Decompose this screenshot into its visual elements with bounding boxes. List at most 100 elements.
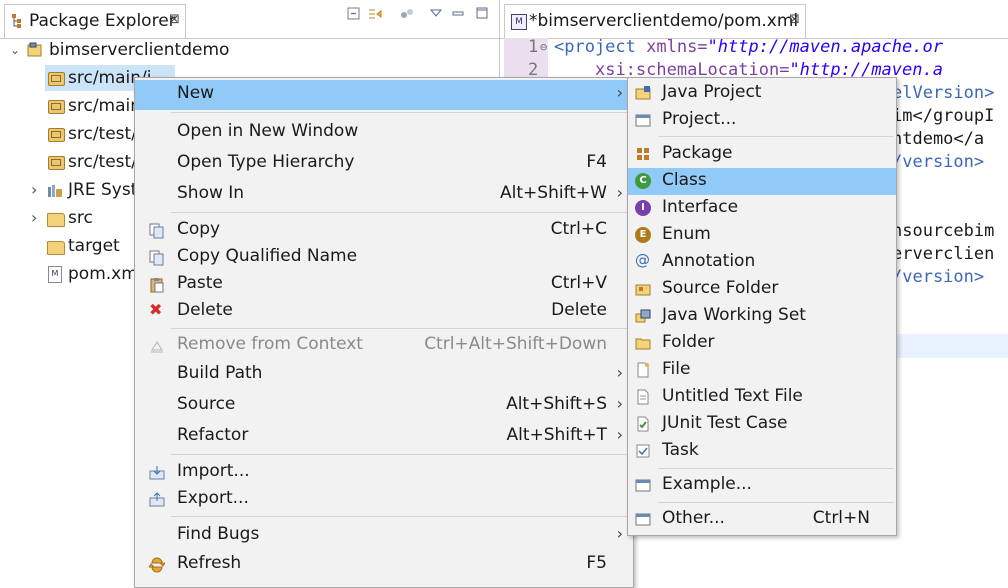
menu-item-open-type-hierarchy[interactable]: Open Type Hierarchy F4	[135, 149, 633, 179]
export-icon	[149, 492, 165, 507]
submenu-item-annotation[interactable]: @ Annotation	[628, 249, 896, 276]
project-icon	[27, 42, 42, 57]
tree-item-src-main-resources[interactable]: src/main	[45, 93, 145, 119]
menu-item-find-bugs[interactable]: Find Bugs ›	[135, 521, 633, 551]
menu-item-refactor[interactable]: Refactor Alt+Shift+T ›	[135, 422, 633, 452]
editor-tab-pom-xml[interactable]: M *bimserverclientdemo/pom.xml ⊠	[504, 4, 806, 39]
menu-item-export[interactable]: Export...	[135, 485, 633, 515]
link-with-editor-icon[interactable]	[367, 6, 385, 24]
menu-separator	[658, 468, 894, 469]
menu-item-label: Open Type Hierarchy	[177, 152, 355, 172]
menu-item-new[interactable]: New ›	[135, 80, 633, 110]
file-icon	[637, 362, 649, 378]
package-folder-icon	[48, 128, 65, 142]
submenu-item-example[interactable]: Example...	[628, 472, 896, 499]
folder-icon	[635, 338, 651, 350]
menu-item-delete[interactable]: ✖ Delete Delete	[135, 297, 633, 327]
submenu-item-java-working-set[interactable]: Java Working Set	[628, 303, 896, 330]
submenu-item-source-folder[interactable]: Source Folder	[628, 276, 896, 303]
submenu-item-label: Untitled Text File	[662, 386, 803, 406]
menu-item-build-path[interactable]: Build Path ›	[135, 360, 633, 390]
menu-separator	[171, 212, 631, 213]
menu-item-label: Export...	[177, 488, 249, 508]
menu-item-label: Remove from Context	[177, 334, 363, 354]
menu-item-copy-qualified-name[interactable]: Copy Qualified Name	[135, 243, 633, 273]
submenu-item-java-project[interactable]: Java Project	[628, 80, 896, 107]
menu-item-paste[interactable]: Paste Ctrl+V	[135, 270, 633, 300]
menu-item-import[interactable]: Import...	[135, 458, 633, 488]
close-icon[interactable]: ⊠	[169, 12, 180, 27]
submenu-item-untitled-text-file[interactable]: Untitled Text File	[628, 384, 896, 411]
chevron-down-icon[interactable]: ⌄	[10, 37, 20, 63]
submenu-item-label: Class	[662, 170, 707, 190]
menu-item-label: Show In	[177, 183, 245, 203]
menu-item-label: Delete	[177, 300, 233, 320]
menu-item-source[interactable]: Source Alt+Shift+S ›	[135, 391, 633, 421]
submenu-item-class[interactable]: C Class	[628, 168, 896, 195]
submenu-item-other[interactable]: Other... Ctrl+N	[628, 506, 896, 533]
menu-item-label: Refactor	[177, 425, 249, 445]
tree-item-pom-xml[interactable]: M pom.xml	[0, 261, 145, 287]
submenu-item-label: Interface	[662, 197, 739, 217]
submenu-item-interface[interactable]: I Interface	[628, 195, 896, 222]
menu-item-shortcut: Alt+Shift+T	[506, 425, 607, 445]
tree-item-project[interactable]: ⌄ bimserverclientdemo	[0, 37, 499, 63]
minimize-icon[interactable]	[449, 6, 467, 24]
import-icon	[149, 466, 165, 480]
submenu-item-task[interactable]: Task	[628, 438, 896, 465]
submenu-arrow-icon: ›	[616, 394, 623, 413]
tree-item-src-test-resources[interactable]: src/test/	[45, 149, 145, 175]
chevron-right-icon[interactable]: ›	[31, 205, 37, 231]
submenu-item-folder[interactable]: Folder	[628, 330, 896, 357]
tree-item-src[interactable]: › src	[0, 205, 145, 231]
menu-item-copy[interactable]: Copy Ctrl+C	[135, 216, 633, 246]
submenu-item-label: Example...	[662, 474, 752, 494]
submenu-item-enum[interactable]: E Enum	[628, 222, 896, 249]
code-fragment: /version>	[892, 152, 985, 172]
tree-item-label: src/main	[68, 96, 142, 116]
tree-item-jre-system-library[interactable]: › JRE Syste	[0, 177, 148, 203]
menu-item-shortcut: Alt+Shift+S	[506, 394, 607, 414]
menu-item-show-in[interactable]: Show In Alt+Shift+W ›	[135, 180, 633, 210]
code-fragment: /version>	[892, 267, 985, 287]
class-icon: C	[635, 173, 651, 189]
focus-icon[interactable]	[398, 6, 416, 24]
submenu-item-shortcut: Ctrl+N	[812, 508, 870, 528]
menu-item-open-in-new-window[interactable]: Open in New Window	[135, 118, 633, 148]
chevron-right-icon[interactable]: ›	[31, 177, 37, 203]
tree-item-target[interactable]: target	[0, 233, 145, 259]
working-set-icon	[635, 309, 651, 323]
menu-item-shortcut: Ctrl+V	[550, 273, 607, 293]
copy-qualified-icon	[149, 250, 164, 266]
collapse-all-icon[interactable]	[345, 6, 363, 24]
code-line[interactable]: <project xmlns="http://maven.apache.or	[554, 36, 943, 59]
maximize-icon[interactable]	[473, 6, 491, 24]
submenu-item-junit-test-case[interactable]: JUnit Test Case	[628, 411, 896, 438]
package-explorer-tab[interactable]: Package Explorer ⊠	[4, 4, 186, 39]
close-icon[interactable]: ⊠	[789, 12, 800, 27]
submenu-item-label: File	[662, 359, 691, 379]
code-fragment: erverclien	[892, 244, 995, 264]
xml-attribute: xmlns=	[646, 37, 708, 57]
menu-item-remove-from-context[interactable]: Remove from Context Ctrl+Alt+Shift+Down	[135, 331, 633, 361]
menu-separator	[171, 454, 631, 455]
submenu-item-file[interactable]: File	[628, 357, 896, 384]
view-menu-icon[interactable]	[427, 6, 445, 24]
submenu-item-label: Java Project	[662, 82, 762, 102]
tree-item-src-test-java[interactable]: src/test/j	[45, 121, 145, 147]
submenu-item-label: Project...	[662, 109, 737, 129]
example-icon	[635, 479, 651, 492]
fold-toggle-icon[interactable]: ⊖	[540, 36, 547, 59]
library-icon	[48, 185, 62, 197]
menu-item-refresh[interactable]: Refresh F5	[135, 550, 633, 580]
menu-item-shortcut: Ctrl+Alt+Shift+Down	[424, 334, 607, 354]
submenu-item-label: Task	[662, 440, 699, 460]
package-icon	[637, 148, 649, 160]
menu-item-shortcut: F5	[586, 553, 607, 573]
submenu-item-package[interactable]: Package	[628, 141, 896, 168]
submenu-item-project[interactable]: Project...	[628, 107, 896, 134]
package-explorer-tabbar: Package Explorer ⊠	[0, 0, 499, 39]
submenu-item-label: Enum	[662, 224, 711, 244]
xml-value: "http://maven.apache.or	[707, 37, 943, 57]
tree-item-label: src/test/	[68, 152, 137, 172]
